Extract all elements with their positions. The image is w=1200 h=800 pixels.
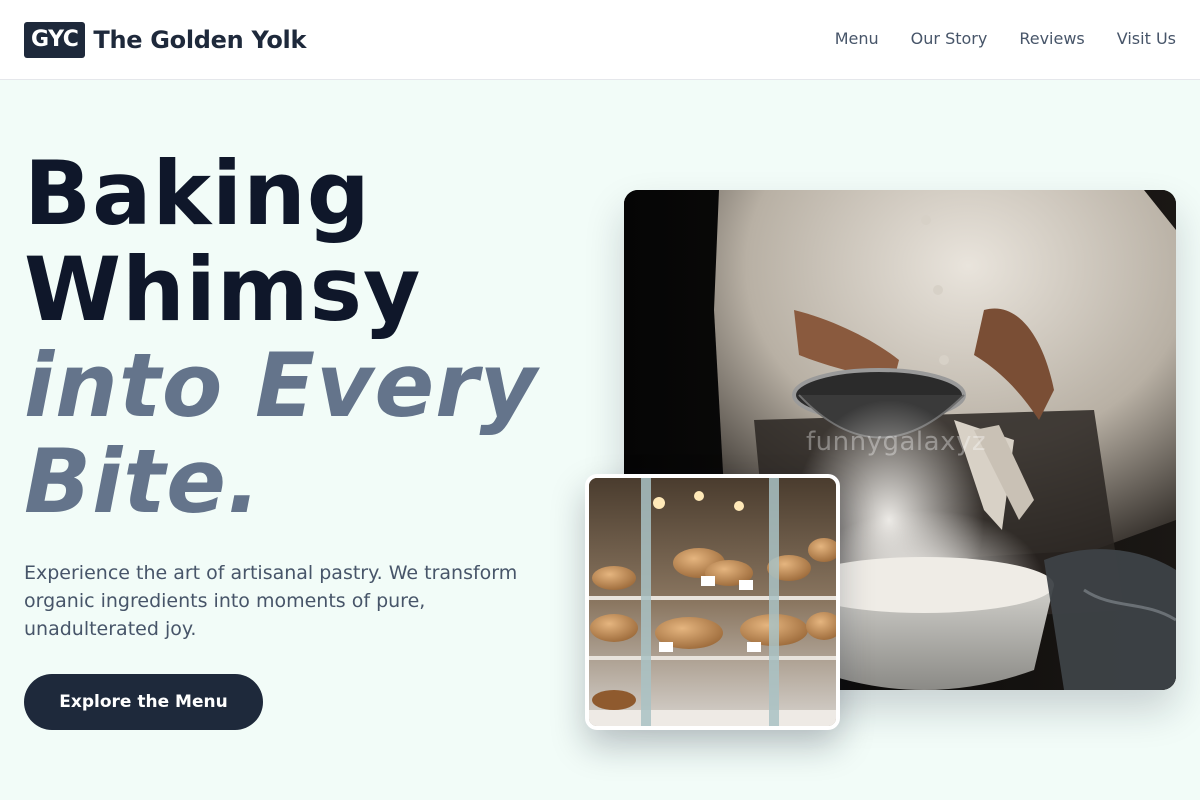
bakery-display-image [585, 474, 840, 730]
brand-name: The Golden Yolk [93, 26, 307, 54]
hero-headline: Baking Whimsy into Every Bite. [24, 146, 538, 530]
headline-line-4: Bite. [24, 430, 262, 533]
brand-logo[interactable]: GYC The Golden Yolk [24, 22, 306, 58]
nav-link-menu[interactable]: Menu [835, 28, 879, 50]
site-header: GYC The Golden Yolk Menu Our Story Revie… [0, 0, 1200, 80]
hero-intro-text: Experience the art of artisanal pastry. … [24, 562, 518, 640]
bakery-display-illustration [589, 478, 836, 726]
headline-line-3: into Every [24, 334, 538, 437]
explore-menu-button[interactable]: Explore the Menu [24, 674, 263, 730]
headline-line-1: Baking [24, 142, 371, 245]
nav-link-our-story[interactable]: Our Story [911, 28, 988, 50]
nav-link-reviews[interactable]: Reviews [1019, 28, 1084, 50]
headline-line-2: Whimsy [24, 238, 422, 341]
main-nav: Menu Our Story Reviews Visit Us [835, 28, 1176, 50]
image-watermark: funnygalaxyz [806, 427, 986, 457]
brand-badge: GYC [24, 22, 86, 58]
nav-link-visit-us[interactable]: Visit Us [1117, 28, 1176, 50]
